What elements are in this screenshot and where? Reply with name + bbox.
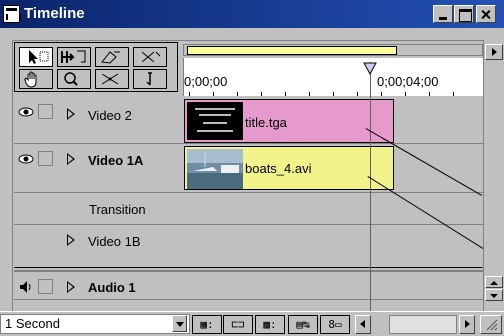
track-header-video-2: Video 2 <box>14 98 183 144</box>
ruler-tick <box>261 92 262 96</box>
clip-boats-avi[interactable]: boats_4.avi <box>184 146 394 190</box>
scroll-left-arrow-icon[interactable] <box>355 315 371 334</box>
track-label-video-1a: Video 1A <box>88 153 144 168</box>
work-area-fill[interactable] <box>187 46 397 55</box>
scissors-tool-icon[interactable] <box>133 47 167 67</box>
ruler-tick <box>405 92 406 96</box>
title-bar[interactable]: Timeline <box>0 0 504 28</box>
ruler-tick <box>453 92 454 96</box>
lock-toggle[interactable] <box>38 279 53 294</box>
bottom-toolbar: 1 Second ▦: ⊏⊐ ▩: ▤↹ 8▭ <box>0 311 504 336</box>
time-zoom-select[interactable]: 1 Second <box>0 314 190 334</box>
expand-triangle-icon[interactable] <box>67 234 75 246</box>
edit-line-marker-icon[interactable] <box>363 62 377 76</box>
ruler-tick <box>189 92 190 96</box>
ruler-tick <box>357 92 358 96</box>
expand-triangle-icon[interactable] <box>67 108 75 120</box>
resize-grip-icon[interactable] <box>480 315 502 334</box>
speaker-icon[interactable] <box>18 280 34 294</box>
clip-thumbnail <box>187 149 243 189</box>
track-header-audio-1: Audio 1 <box>14 274 183 300</box>
toggle-sync-icon[interactable]: ▤↹ <box>288 315 318 334</box>
toggle-shift-icon[interactable]: ▩: <box>255 315 285 334</box>
lock-toggle[interactable] <box>38 151 53 166</box>
track-content-audio-1[interactable] <box>183 274 483 300</box>
track-select-tool-icon[interactable] <box>57 47 91 67</box>
ruler-tick <box>213 92 214 96</box>
in-out-tool-icon[interactable] <box>133 69 167 89</box>
track-content-video-2[interactable]: title.tga <box>183 98 483 144</box>
ruler-tick <box>333 92 334 96</box>
track-header-transition: Transition <box>14 194 183 225</box>
razor-tool-icon[interactable] <box>95 69 129 89</box>
track-label-audio-1: Audio 1 <box>88 280 136 295</box>
ruler-mark-timecode: 0;00;04;00 <box>377 74 439 89</box>
track-header-video-1a: Video 1A <box>14 145 183 193</box>
timeline-window: Timeline 0;00;00 0;00;04;00 Video 2 titl… <box>0 0 504 336</box>
scroll-down-arrow-icon[interactable] <box>485 289 503 301</box>
vertical-scrollbar[interactable] <box>483 42 504 336</box>
minimize-button[interactable] <box>433 5 453 23</box>
lock-toggle[interactable] <box>38 104 53 119</box>
expand-triangle-icon[interactable] <box>67 281 75 293</box>
tool-palette <box>14 42 178 92</box>
track-label-video-1b: Video 1B <box>88 234 141 249</box>
work-area-bar[interactable] <box>183 44 483 56</box>
timeline-app-icon <box>3 5 21 23</box>
ruler-tick <box>381 92 382 96</box>
eye-icon[interactable] <box>18 153 34 165</box>
hand-tool-icon[interactable] <box>19 69 53 89</box>
scroll-up-arrow-icon[interactable] <box>485 276 503 288</box>
ruler-tick <box>309 92 310 96</box>
track-options-icon[interactable]: ▦: <box>192 315 222 334</box>
clip-label-title: title.tga <box>245 115 287 130</box>
scroll-right-arrow-icon[interactable] <box>459 315 475 334</box>
time-zoom-value: 1 Second <box>5 316 60 331</box>
track-header-video-1b: Video 1B <box>14 226 183 268</box>
toggle-snap-icon[interactable]: ⊏⊐ <box>223 315 253 334</box>
clip-thumbnail <box>187 102 243 140</box>
edit-line[interactable] <box>370 62 371 336</box>
track-content-video-1b[interactable] <box>183 226 483 268</box>
ruler-tick <box>429 92 430 96</box>
clip-label-boats: boats_4.avi <box>245 161 312 176</box>
expand-triangle-icon[interactable] <box>67 153 75 165</box>
toggle-edge-view-icon[interactable]: 8▭ <box>320 315 350 334</box>
track-separator <box>14 270 483 272</box>
selection-tool-icon[interactable] <box>19 47 53 67</box>
window-title: Timeline <box>24 5 85 22</box>
track-label-transition: Transition <box>89 202 146 217</box>
ruler-start-timecode: 0;00;00 <box>184 74 228 89</box>
scroll-right-arrow-icon[interactable] <box>485 44 503 60</box>
ruler-tick <box>285 92 286 96</box>
cross-fade-tool-icon[interactable] <box>95 47 129 67</box>
track-label-video-2: Video 2 <box>88 108 132 123</box>
maximize-button[interactable] <box>454 5 474 23</box>
clip-title-tga[interactable]: title.tga <box>184 99 394 143</box>
close-button[interactable] <box>476 5 496 23</box>
zoom-tool-icon[interactable] <box>57 69 91 89</box>
eye-icon[interactable] <box>18 106 34 118</box>
dropdown-arrow-icon[interactable] <box>172 315 187 332</box>
horizontal-scroll-track[interactable] <box>389 315 457 334</box>
ruler-tick <box>237 92 238 96</box>
